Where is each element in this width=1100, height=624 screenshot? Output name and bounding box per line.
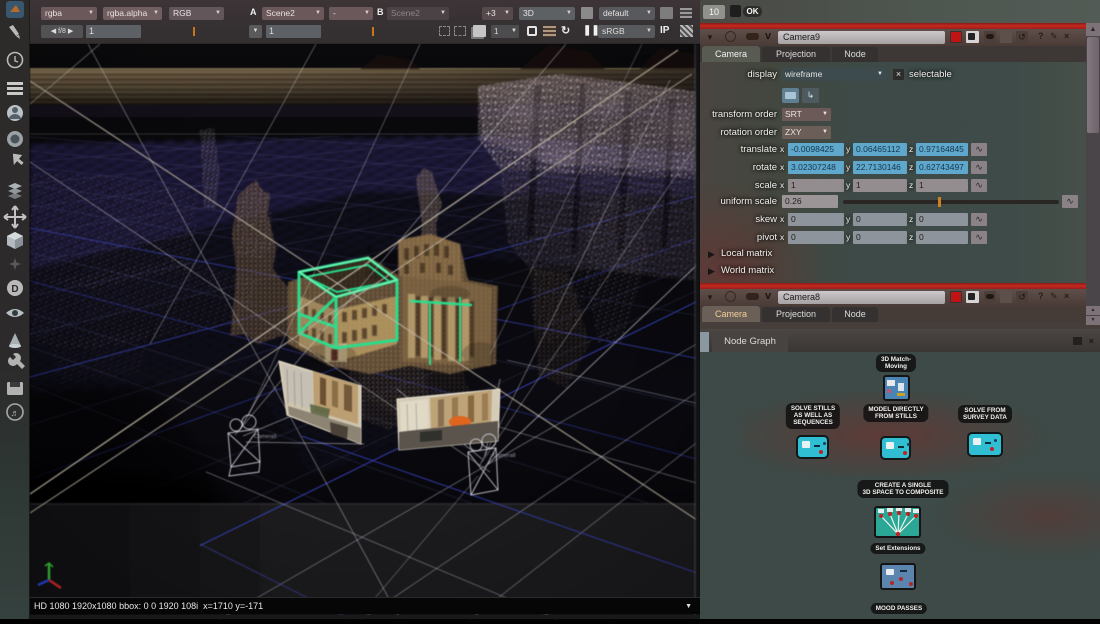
svg-text:♬: ♬ bbox=[11, 408, 20, 418]
svg-text:D: D bbox=[11, 284, 18, 295]
svg-text:Camera8: Camera8 bbox=[493, 453, 516, 459]
svg-text:Camera9: Camera9 bbox=[254, 434, 277, 440]
